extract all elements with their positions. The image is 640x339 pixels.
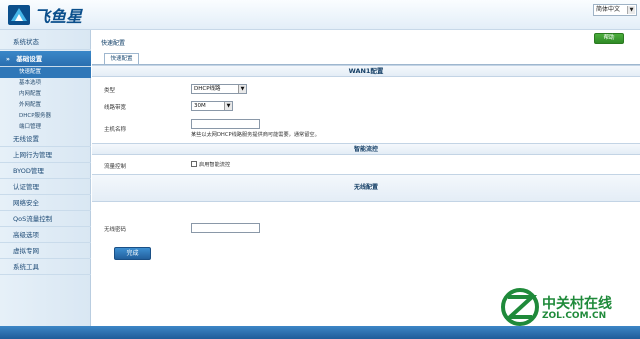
sidebar-subitem-dhcp-server[interactable]: DHCP服务器 bbox=[0, 111, 91, 122]
sidebar-item-label: 基础设置 bbox=[16, 55, 43, 63]
bandwidth-select[interactable]: 30M ▼ bbox=[191, 101, 233, 111]
main-content: 快速配置 帮助 快速配置 WAN1配置 类型 DHCP线路 ▼ 线路带宽 30M… bbox=[92, 30, 640, 326]
sidebar-subitem-label: 基本选项 bbox=[19, 80, 42, 86]
wireless-password-label: 无线密码 bbox=[104, 227, 127, 233]
sidebar-item-label: 网络安全 bbox=[13, 199, 39, 207]
sidebar-item-advanced[interactable]: 高级选项 bbox=[0, 227, 91, 243]
sidebar-item-auth[interactable]: 认证管理 bbox=[0, 179, 91, 195]
top-header: 飞鱼星 简体中文 ▼ bbox=[0, 0, 640, 30]
sidebar-subitem-label: 内网配置 bbox=[19, 91, 42, 97]
sidebar-item-label: QoS流量控制 bbox=[13, 215, 53, 223]
chevron-double-down-icon: » bbox=[6, 56, 10, 63]
watermark-cn-text: 中关村在线 bbox=[542, 296, 612, 312]
tab-quick-config[interactable]: 快速配置 bbox=[104, 53, 139, 64]
bandwidth-select-value: 30M bbox=[194, 103, 206, 109]
language-select[interactable]: 简体中文 ▼ bbox=[593, 4, 637, 16]
sidebar-item-behavior-management[interactable]: 上网行为管理 bbox=[0, 147, 91, 163]
sidebar-item-label: 系统状态 bbox=[13, 38, 39, 46]
logo-mark-icon bbox=[8, 5, 30, 25]
help-button[interactable]: 帮助 bbox=[594, 33, 624, 44]
sidebar-item-wireless-settings[interactable]: 无线设置 bbox=[0, 131, 91, 147]
sidebar-item-label: 认证管理 bbox=[13, 183, 39, 191]
sidebar-subitem-label: 外网配置 bbox=[19, 102, 42, 108]
sidebar-subitem-basic-options[interactable]: 基本选项 bbox=[0, 78, 91, 89]
sidebar-item-label: 无线设置 bbox=[13, 135, 39, 143]
smart-flow-checkbox-label: 启用智能流控 bbox=[199, 162, 231, 168]
sidebar-subitem-quick-config[interactable]: 快速配置 bbox=[0, 67, 91, 78]
sidebar-subitem-label: 端口管理 bbox=[19, 124, 42, 130]
smart-flow-checkbox[interactable] bbox=[191, 161, 197, 167]
sidebar-item-label: BYOD管理 bbox=[13, 167, 44, 175]
sidebar-subitem-lan-config[interactable]: 内网配置 bbox=[0, 89, 91, 100]
sidebar-subitem-label: DHCP服务器 bbox=[19, 113, 52, 119]
hostname-label: 主机名称 bbox=[104, 127, 127, 133]
section-header-smart-flow: 智能流控 bbox=[92, 143, 640, 155]
type-select[interactable]: DHCP线路 ▼ bbox=[191, 84, 247, 94]
sidebar-nav: 系统状态 » 基础设置 快速配置 基本选项 内网配置 外网配置 DHCP服务器 … bbox=[0, 30, 91, 339]
done-button[interactable]: 完成 bbox=[114, 247, 151, 260]
chevron-down-icon: ▼ bbox=[238, 85, 246, 93]
watermark-en-text: ZOL.COM.CN bbox=[542, 311, 607, 321]
section-header-wireless: 无线配置 bbox=[92, 174, 640, 202]
chevron-down-icon: ▼ bbox=[627, 6, 635, 14]
flow-control-label: 流量控制 bbox=[104, 164, 127, 170]
footer-bar bbox=[0, 326, 640, 339]
language-select-value: 简体中文 bbox=[596, 6, 621, 13]
sidebar-item-network-security[interactable]: 网络安全 bbox=[0, 195, 91, 211]
sidebar-subitem-label: 快速配置 bbox=[19, 69, 42, 75]
type-select-value: DHCP线路 bbox=[194, 86, 221, 92]
page-title: 快速配置 bbox=[101, 40, 126, 47]
sidebar-item-system-tools[interactable]: 系统工具 bbox=[0, 259, 91, 275]
wireless-password-input[interactable] bbox=[191, 223, 260, 233]
brand-logo: 飞鱼星 bbox=[8, 3, 82, 27]
hostname-input[interactable] bbox=[191, 119, 260, 129]
sidebar-subitem-wan-config[interactable]: 外网配置 bbox=[0, 100, 91, 111]
hostname-hint: 某些以太网DHCP线路服务提供商可能需要，通常留空。 bbox=[191, 132, 320, 138]
sidebar-item-label: 高级选项 bbox=[13, 231, 39, 239]
sidebar-item-system-status[interactable]: 系统状态 bbox=[0, 34, 91, 50]
type-label: 类型 bbox=[104, 88, 116, 94]
zol-watermark: 中关村在线 ZOL.COM.CN bbox=[498, 287, 638, 327]
bandwidth-label: 线路带宽 bbox=[104, 105, 127, 111]
sidebar-item-qos[interactable]: QoS流量控制 bbox=[0, 211, 91, 227]
section-header-wan1: WAN1配置 bbox=[92, 65, 640, 77]
sidebar-item-label: 上网行为管理 bbox=[13, 151, 52, 159]
zol-logo-icon bbox=[501, 288, 539, 326]
sidebar-item-byod[interactable]: BYOD管理 bbox=[0, 163, 91, 179]
sidebar-item-vpn[interactable]: 虚拟专网 bbox=[0, 243, 91, 259]
logo-text: 飞鱼星 bbox=[34, 7, 83, 26]
sidebar-item-label: 虚拟专网 bbox=[13, 247, 39, 255]
sidebar-item-label: 系统工具 bbox=[13, 263, 39, 271]
sidebar-item-basic-settings[interactable]: » 基础设置 bbox=[0, 51, 91, 67]
chevron-down-icon: ▼ bbox=[224, 102, 232, 110]
